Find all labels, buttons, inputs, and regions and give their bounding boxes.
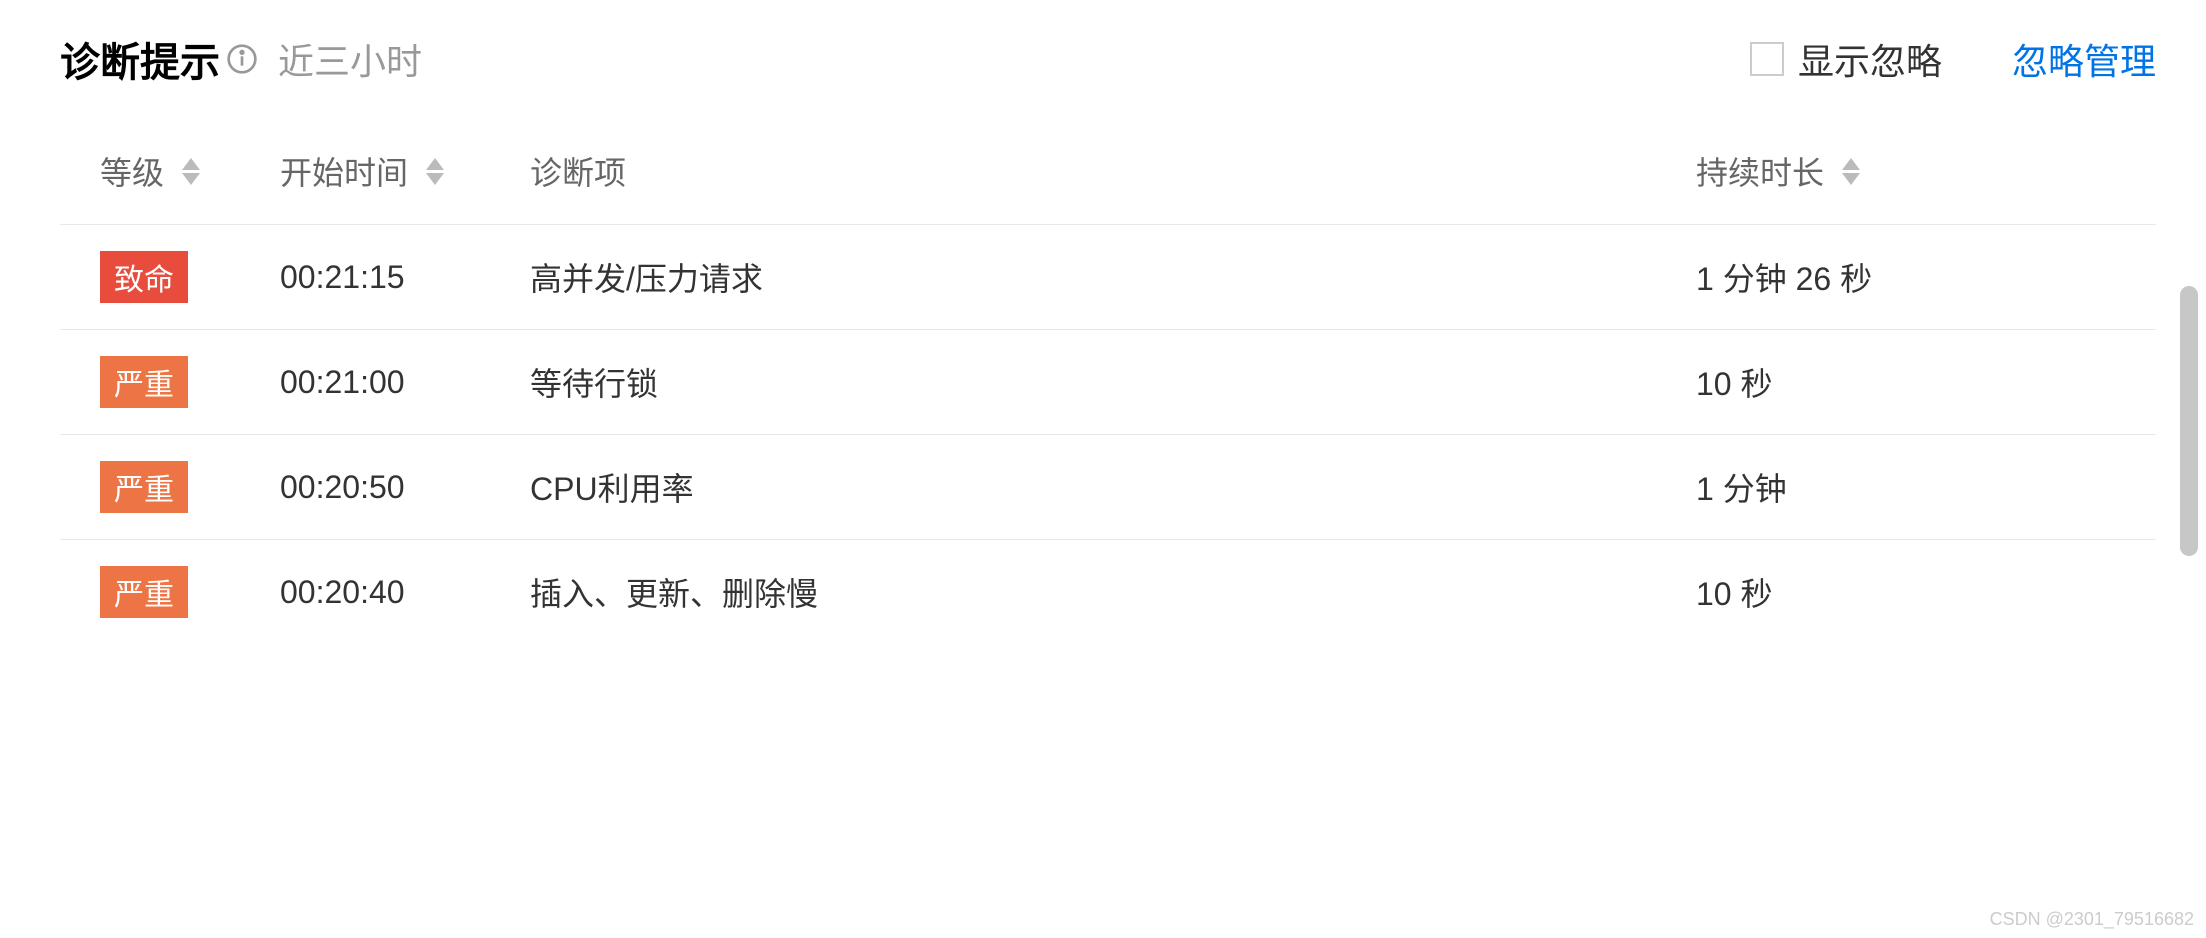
- cell-diagnosis-item: CPU利用率: [530, 464, 1696, 510]
- cell-level: 严重: [100, 566, 280, 618]
- severity-badge: 严重: [100, 566, 188, 618]
- column-label: 开始时间: [280, 148, 408, 194]
- table-row[interactable]: 致命 00:21:15 高并发/压力请求 1 分钟 26 秒: [60, 225, 2156, 330]
- cell-duration: 10 秒: [1696, 359, 2116, 405]
- sort-icon: [1842, 158, 1860, 185]
- severity-badge: 致命: [100, 251, 188, 303]
- show-ignored-label: 显示忽略: [1798, 33, 1942, 85]
- table-header-row: 等级 开始时间 诊断项 持续时长: [60, 148, 2156, 225]
- diagnostic-table: 等级 开始时间 诊断项 持续时长: [60, 148, 2156, 644]
- column-label: 持续时长: [1696, 148, 1824, 194]
- cell-start-time: 00:20:50: [280, 469, 530, 506]
- diagnostic-panel: 诊断提示 近三小时 显示忽略 忽略管理 等级: [0, 0, 2206, 664]
- cell-diagnosis-item: 插入、更新、删除慢: [530, 569, 1696, 615]
- column-label: 诊断项: [530, 148, 626, 194]
- column-header-level[interactable]: 等级: [100, 148, 280, 194]
- column-header-start-time[interactable]: 开始时间: [280, 148, 530, 194]
- table-row[interactable]: 严重 00:20:50 CPU利用率 1 分钟: [60, 435, 2156, 540]
- info-icon[interactable]: [226, 43, 258, 75]
- cell-level: 严重: [100, 356, 280, 408]
- time-range-label: 近三小时: [278, 33, 422, 85]
- cell-start-time: 00:21:00: [280, 364, 530, 401]
- cell-diagnosis-item: 高并发/压力请求: [530, 254, 1696, 300]
- header-title-group: 诊断提示 近三小时: [60, 30, 422, 88]
- header-actions: 显示忽略 忽略管理: [1750, 33, 2156, 85]
- show-ignored-checkbox[interactable]: [1750, 42, 1784, 76]
- cell-duration: 1 分钟 26 秒: [1696, 254, 2116, 300]
- watermark-text: CSDN @2301_79516682: [1990, 909, 2194, 930]
- severity-badge: 严重: [100, 461, 188, 513]
- column-header-duration[interactable]: 持续时长: [1696, 148, 2116, 194]
- panel-header: 诊断提示 近三小时 显示忽略 忽略管理: [60, 30, 2156, 88]
- cell-duration: 1 分钟: [1696, 464, 2116, 510]
- column-label: 等级: [100, 148, 164, 194]
- sort-icon: [426, 158, 444, 185]
- cell-start-time: 00:20:40: [280, 574, 530, 611]
- panel-title: 诊断提示: [60, 30, 220, 88]
- ignore-management-link[interactable]: 忽略管理: [2012, 33, 2156, 85]
- table-row[interactable]: 严重 00:21:00 等待行锁 10 秒: [60, 330, 2156, 435]
- cell-start-time: 00:21:15: [280, 259, 530, 296]
- vertical-scrollbar[interactable]: [2180, 286, 2198, 556]
- sort-icon: [182, 158, 200, 185]
- show-ignored-checkbox-group: 显示忽略: [1750, 33, 1942, 85]
- cell-diagnosis-item: 等待行锁: [530, 359, 1696, 405]
- column-header-diagnosis-item: 诊断项: [530, 148, 1696, 194]
- cell-level: 致命: [100, 251, 280, 303]
- cell-level: 严重: [100, 461, 280, 513]
- cell-duration: 10 秒: [1696, 569, 2116, 615]
- table-body: 致命 00:21:15 高并发/压力请求 1 分钟 26 秒 严重 00:21:…: [60, 225, 2156, 644]
- table-row[interactable]: 严重 00:20:40 插入、更新、删除慢 10 秒: [60, 540, 2156, 644]
- severity-badge: 严重: [100, 356, 188, 408]
